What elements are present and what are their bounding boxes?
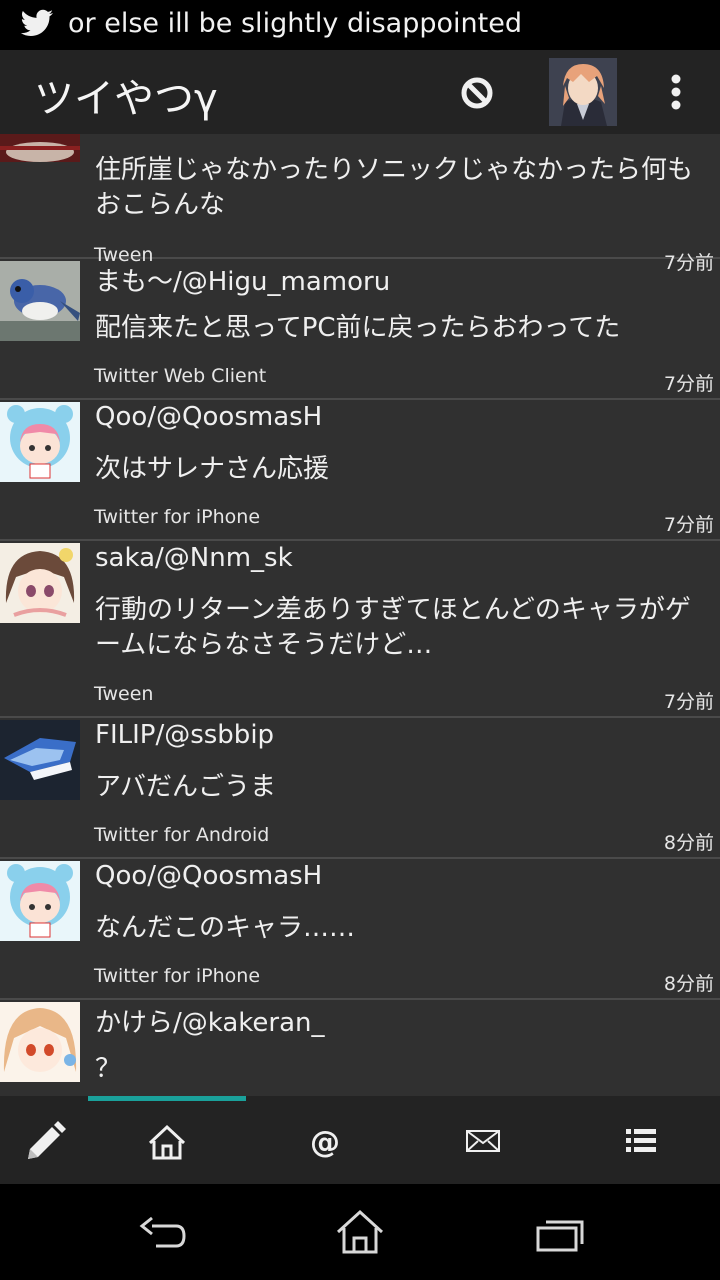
status-bar: or else ill be slightly disappointed [0, 0, 720, 50]
tweet-item[interactable]: 住所崖じゃなかったりソニックじゃなかったら何もおこらんな Tween 7分前 [0, 134, 720, 274]
notification-text: or else ill be slightly disappointed [68, 8, 522, 39]
system-nav-bar [0, 1184, 720, 1280]
list-icon [626, 1129, 656, 1152]
tab-bar: @ [0, 1096, 720, 1184]
overflow-menu-icon[interactable] [662, 74, 692, 112]
tab-lists[interactable] [562, 1101, 720, 1184]
tweet-avatar[interactable] [0, 543, 80, 623]
tab-messages[interactable] [404, 1101, 562, 1184]
block-icon[interactable] [458, 74, 496, 112]
tab-home[interactable] [88, 1101, 246, 1184]
tweet-source: Twitter for Android [94, 824, 270, 846]
tweet-avatar[interactable] [0, 134, 80, 162]
tweet-user[interactable]: Qoo/@QoosmasH [95, 861, 322, 891]
tweet-avatar[interactable] [0, 402, 80, 482]
svg-text:@: @ [310, 1125, 340, 1160]
tweet-avatar[interactable] [0, 261, 80, 341]
tweet-item[interactable]: まも〜/@Higu_mamoru 配信来たと思ってPC前に戻ったらおわってた T… [0, 259, 720, 400]
tweet-text: 配信来たと思ってPC前に戻ったらおわってた [95, 313, 621, 343]
twitter-bird-icon [20, 9, 53, 37]
tweet-time: 8分前 [663, 832, 714, 854]
account-avatar[interactable] [549, 58, 617, 126]
tweet-avatar[interactable] [0, 720, 80, 800]
home-nav-icon[interactable] [334, 1208, 386, 1256]
tweet-item[interactable]: saka/@Nnm_sk 行動のリターン差ありすぎてほとんどのキャラがゲームにな… [0, 541, 720, 718]
tweet-user[interactable]: FILIP/@ssbbip [95, 720, 274, 750]
tweet-time: 7分前 [663, 691, 714, 713]
tweet-avatar[interactable] [0, 861, 80, 941]
tweet-source: Twitter for iPhone [94, 506, 261, 528]
tweet-source: Twitter Web Client [94, 365, 267, 387]
tab-mentions[interactable]: @ [246, 1101, 404, 1184]
tweet-text: 次はサレナさん応援 [95, 454, 330, 484]
tweet-user[interactable]: Qoo/@QoosmasH [95, 402, 322, 432]
tweet-text: なんだこのキャラ…… [95, 913, 356, 943]
tweet-user[interactable]: saka/@Nnm_sk [95, 543, 293, 573]
tweet-source: Tween [94, 683, 154, 705]
tweet-item[interactable]: かけら/@kakeran_ ？ [0, 1000, 720, 1096]
tweet-text: 行動のリターン差ありすぎてほとんどのキャラがゲームにならなさそうだけど… [95, 595, 691, 660]
tweet-time: 7分前 [663, 373, 714, 395]
at-icon: @ [310, 1125, 340, 1160]
app-title: ツイやつγ [34, 76, 218, 122]
tab-compose[interactable] [0, 1101, 88, 1184]
timeline[interactable]: 住所崖じゃなかったりソニックじゃなかったら何もおこらんな Tween 7分前 ま… [0, 134, 720, 1096]
tweet-source: Twitter for iPhone [94, 965, 261, 987]
envelope-icon [466, 1130, 500, 1152]
tweet-user[interactable]: かけら/@kakeran_ [95, 1002, 325, 1039]
tweet-item[interactable]: FILIP/@ssbbip アバだんごうま Twitter for Androi… [0, 718, 720, 859]
tweet-user[interactable]: まも〜/@Higu_mamoru [95, 261, 390, 298]
tweet-text: アバだんごうま [95, 772, 276, 802]
tweet-item[interactable]: Qoo/@QoosmasH 次はサレナさん応援 Twitter for iPho… [0, 400, 720, 541]
tweet-time: 8分前 [663, 973, 714, 995]
home-icon [148, 1124, 186, 1160]
tweet-avatar[interactable] [0, 1002, 80, 1082]
tweet-item[interactable]: Qoo/@QoosmasH なんだこのキャラ…… Twitter for iPh… [0, 859, 720, 1000]
tweet-time: 7分前 [663, 514, 714, 536]
tweet-text: ？ [95, 1054, 122, 1084]
back-icon[interactable] [130, 1214, 190, 1254]
pencil-icon [28, 1121, 66, 1159]
recent-apps-icon[interactable] [534, 1218, 586, 1254]
tweet-text: 住所崖じゃなかったりソニックじゃなかったら何もおこらんな [95, 155, 694, 220]
